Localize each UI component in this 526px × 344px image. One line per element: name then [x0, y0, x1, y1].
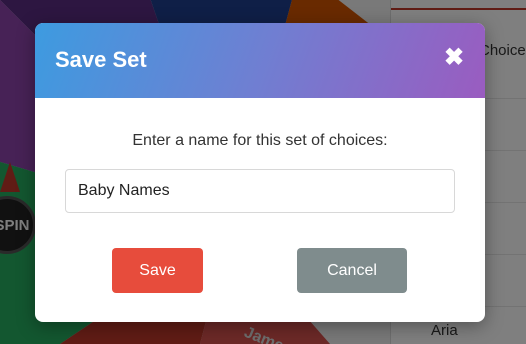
- set-name-input[interactable]: [65, 169, 455, 213]
- close-icon[interactable]: ✖: [443, 45, 465, 71]
- save-set-dialog: Save Set ✖ Enter a name for this set of …: [35, 23, 485, 322]
- dialog-title: Save Set: [55, 47, 147, 72]
- app-window: James SPIN Choice Aria Save Set ✖ Enter …: [0, 0, 526, 344]
- dialog-header: Save Set ✖: [35, 23, 485, 98]
- save-button[interactable]: Save: [112, 248, 203, 293]
- dialog-prompt: Enter a name for this set of choices:: [132, 132, 388, 149]
- cancel-button[interactable]: Cancel: [297, 248, 407, 293]
